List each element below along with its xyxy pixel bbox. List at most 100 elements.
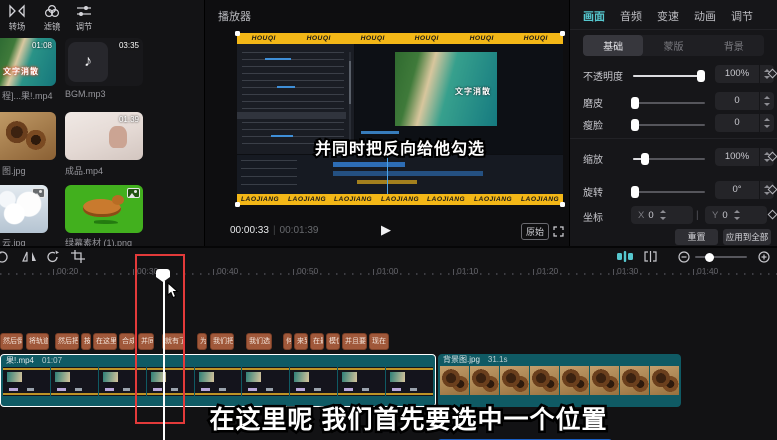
filmstrip-frame bbox=[590, 366, 619, 395]
stepper[interactable] bbox=[657, 206, 669, 224]
subtitle-clip[interactable]: 为 bbox=[197, 333, 207, 350]
decorative-value bbox=[265, 58, 291, 60]
row-scale: 缩放 100% bbox=[583, 147, 769, 167]
filmstrip-frame bbox=[147, 367, 194, 396]
media-item-beach-video[interactable]: 01:08 文字消散 bbox=[0, 38, 56, 86]
filmstrip-frame bbox=[530, 366, 559, 395]
mouse-cursor-icon bbox=[167, 282, 179, 304]
filmstrip-frame bbox=[386, 367, 433, 396]
reset-button[interactable]: 重置 bbox=[675, 229, 718, 245]
subtab-mask[interactable]: 蒙版 bbox=[643, 35, 703, 56]
slim-face-value[interactable]: 0 bbox=[715, 114, 759, 132]
subtitle-clip[interactable]: 然后把 bbox=[55, 333, 79, 350]
filmstrip-frame bbox=[650, 366, 679, 395]
slim-face-slider[interactable] bbox=[633, 124, 705, 126]
media-item-clouds-image[interactable] bbox=[0, 185, 48, 233]
subtitle-clip[interactable]: 并同 bbox=[138, 333, 154, 350]
filter-icon bbox=[44, 4, 60, 18]
screen-recording-content: 文字消散 bbox=[237, 44, 563, 194]
media-item-bgm-audio[interactable]: ♪ 03:35 bbox=[65, 38, 143, 86]
clip-header: 背景图.jpg 31.1s bbox=[438, 354, 681, 365]
tab-animation[interactable]: 动画 bbox=[694, 8, 716, 24]
transform-handle[interactable] bbox=[235, 202, 240, 207]
play-button[interactable]: ▶ bbox=[381, 222, 391, 238]
stepper[interactable] bbox=[760, 92, 774, 110]
stepper[interactable] bbox=[760, 114, 774, 132]
media-item-greenscreen-tiger[interactable] bbox=[65, 185, 143, 233]
subtab-background[interactable]: 背景 bbox=[704, 35, 764, 56]
subtitle-clip[interactable]: 在这里把 bbox=[93, 333, 117, 350]
media-item-finished-video[interactable]: 01:39 bbox=[65, 112, 143, 160]
rotate-value[interactable]: 0° bbox=[715, 181, 759, 199]
tutorial-subtitle: 在这里呢 我们首先要选中一个位置 bbox=[40, 400, 777, 436]
divider bbox=[570, 138, 777, 139]
transform-handle[interactable] bbox=[235, 31, 240, 36]
scale-slider[interactable] bbox=[633, 158, 705, 160]
tab-filters[interactable]: 滤镜 bbox=[37, 4, 67, 33]
watermark-text: LAOJIANG bbox=[427, 196, 465, 203]
clip-duration: 01:07 bbox=[42, 356, 62, 365]
transform-handle[interactable] bbox=[560, 202, 565, 207]
subtitle-clip[interactable]: 按 bbox=[81, 333, 91, 350]
smooth-skin-slider[interactable] bbox=[633, 102, 705, 104]
tab-transitions[interactable]: 转场 bbox=[2, 4, 32, 33]
slider-thumb[interactable] bbox=[631, 119, 639, 131]
subtitle-clip[interactable]: 我们把 bbox=[210, 333, 234, 350]
transform-handle[interactable] bbox=[560, 31, 565, 36]
row-opacity: 不透明度 100% bbox=[583, 64, 769, 84]
tab-audio[interactable]: 音频 bbox=[620, 8, 642, 24]
subtitle-clip[interactable]: 在最 bbox=[310, 333, 324, 350]
subtitle-clip[interactable]: 就有了 bbox=[162, 333, 185, 350]
slider-thumb[interactable] bbox=[641, 153, 649, 165]
row-position: 坐标 X 0 | Y 0 bbox=[583, 205, 769, 225]
timeline-ruler[interactable]: 00:20 00:30 00:40 00:50 01:00 01:10 01:2… bbox=[0, 266, 777, 278]
row-rotate: 旋转 0° bbox=[583, 180, 769, 200]
opacity-value[interactable]: 100% bbox=[715, 65, 759, 83]
time-display: 00:00:33|00:01:39 bbox=[230, 225, 318, 236]
slider-thumb[interactable] bbox=[631, 97, 639, 109]
rotate-slider[interactable] bbox=[633, 191, 705, 193]
keyframe-diamond-icon[interactable] bbox=[768, 210, 777, 220]
tab-adjust[interactable]: 调节 bbox=[69, 4, 99, 33]
filmstrip-frame bbox=[195, 367, 242, 396]
media-item-donut-image[interactable] bbox=[0, 112, 56, 160]
stepper[interactable] bbox=[731, 206, 743, 224]
ratio-button[interactable]: 原始 bbox=[521, 223, 549, 240]
slider-thumb[interactable] bbox=[697, 70, 705, 82]
opacity-slider[interactable] bbox=[633, 75, 705, 77]
apply-to-all-button[interactable]: 应用到全部 bbox=[723, 229, 771, 245]
tab-adjust[interactable]: 调节 bbox=[731, 8, 753, 24]
subtitle-clip[interactable]: 模仿 bbox=[326, 333, 340, 350]
media-item-label: 图.jpg bbox=[2, 164, 62, 177]
tab-picture[interactable]: 画面 bbox=[583, 8, 605, 24]
subtitle-clip[interactable]: 合成 bbox=[119, 333, 135, 350]
subtitle-clip[interactable]: 然后倒 bbox=[0, 333, 23, 350]
timeline-toolbar bbox=[0, 248, 777, 266]
video-preview[interactable]: HOUQI HOUQI HOUQI HOUQI HOUQI HOUQI bbox=[237, 33, 563, 205]
fullscreen-icon[interactable] bbox=[553, 224, 564, 242]
slider-thumb[interactable] bbox=[705, 253, 714, 262]
track-headers bbox=[241, 160, 297, 188]
position-x-field[interactable]: X 0 bbox=[631, 206, 693, 224]
tab-speed[interactable]: 变速 bbox=[657, 8, 679, 24]
divider bbox=[570, 29, 777, 30]
scale-value[interactable]: 100% bbox=[715, 148, 759, 166]
subtitle-clip[interactable]: 来到 bbox=[294, 333, 308, 350]
subtab-basic[interactable]: 基础 bbox=[583, 35, 643, 56]
clip-duration: 31.1s bbox=[488, 355, 508, 364]
position-x-value: 0 bbox=[648, 210, 653, 221]
subtitle-clip[interactable]: 我们选 bbox=[246, 333, 272, 350]
row-smooth-skin: 磨皮 0 bbox=[583, 91, 769, 111]
position-y-field[interactable]: Y 0 bbox=[705, 206, 767, 224]
smooth-skin-value[interactable]: 0 bbox=[715, 92, 759, 110]
timeline-zoom-slider[interactable] bbox=[695, 256, 747, 258]
media-panel: 转场 滤镜 调节 01:08 文字消散 程]...果!.mp4 ♪ 03:35 … bbox=[0, 0, 205, 246]
subtitle-clip[interactable]: 何 bbox=[283, 333, 292, 350]
subtitle-clip[interactable]: 现在 bbox=[369, 333, 389, 350]
image-type-icon bbox=[32, 188, 45, 198]
slider-thumb[interactable] bbox=[631, 186, 639, 198]
subtitle-clip[interactable]: 并且要制 bbox=[342, 333, 367, 350]
subtitle-clip[interactable]: 将轨道 bbox=[26, 333, 49, 350]
selected-row-highlight bbox=[237, 112, 346, 119]
media-item-label: 成品.mp4 bbox=[65, 164, 143, 177]
